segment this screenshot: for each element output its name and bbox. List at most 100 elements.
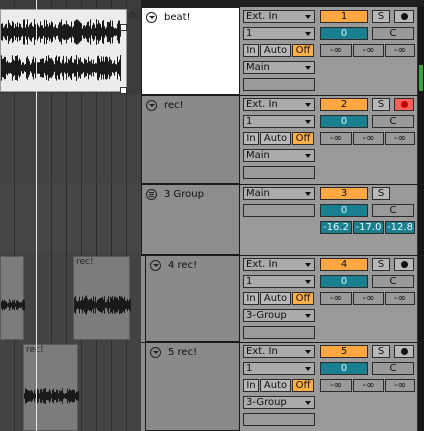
waveform-sample (59, 390, 60, 402)
monitor-in-button[interactable]: In (243, 292, 259, 305)
track-name[interactable]: 5 rec! (168, 347, 197, 358)
send-b[interactable]: -∞ (353, 379, 384, 392)
track-activator[interactable]: 5 (320, 345, 368, 358)
monitor-auto-button[interactable]: Auto (260, 379, 291, 392)
track-name[interactable]: 4 rec! (168, 260, 197, 271)
pan-field[interactable]: C (372, 362, 414, 375)
solo-button[interactable]: S (372, 187, 390, 200)
volume-field[interactable]: 0 (320, 204, 368, 217)
output-channel-select[interactable] (243, 166, 315, 179)
arm-button[interactable] (394, 10, 414, 23)
send-b[interactable]: -∞ (353, 132, 384, 145)
pan-field[interactable]: C (372, 204, 414, 217)
monitor-auto-button[interactable]: Auto (260, 132, 291, 145)
monitor-off-button[interactable]: Off (292, 292, 314, 305)
track-activator[interactable]: 4 (320, 258, 368, 271)
waveform-sample (78, 20, 79, 44)
arrangement-lane-2[interactable] (0, 95, 141, 183)
arm-button[interactable] (394, 258, 414, 271)
track-header-1[interactable]: beat! (141, 7, 240, 95)
send-c[interactable]: -∞ (385, 132, 415, 145)
audio-clip[interactable] (0, 256, 25, 340)
output-channel-select[interactable] (243, 78, 315, 91)
send-c[interactable]: -∞ (385, 379, 415, 392)
peak-level-c[interactable]: -12.8 (385, 221, 415, 234)
peak-level-b[interactable]: -17.0 (353, 221, 384, 234)
send-b[interactable]: -∞ (353, 44, 384, 57)
track-header-2[interactable]: rec! (141, 95, 240, 184)
arrangement-view[interactable]: dc rec! rec! (0, 0, 141, 431)
volume-field[interactable]: 0 (320, 362, 368, 375)
output-select[interactable]: Main (243, 61, 315, 74)
fold-icon[interactable] (146, 12, 157, 23)
volume-field[interactable]: 0 (320, 27, 368, 40)
track-activator[interactable]: 1 (320, 10, 368, 23)
track-header-5[interactable]: 5 rec! (145, 342, 240, 431)
input-channel-select[interactable]: 1 (243, 115, 315, 128)
output-select[interactable]: Main (243, 149, 315, 162)
send-a[interactable]: -∞ (320, 132, 352, 145)
pan-field[interactable]: C (372, 275, 414, 288)
monitor-in-button[interactable]: In (243, 379, 259, 392)
clip-loop-handle[interactable] (120, 87, 127, 94)
output-channel-select[interactable] (243, 204, 315, 217)
solo-button[interactable]: S (372, 345, 390, 358)
waveform-sample (18, 27, 19, 37)
pan-field[interactable]: C (372, 27, 414, 40)
input-channel-select[interactable]: 1 (243, 362, 315, 375)
pan-field[interactable]: C (372, 115, 414, 128)
audio-clip[interactable]: rec! (73, 256, 131, 340)
arrangement-lane-3[interactable] (0, 184, 141, 254)
send-a[interactable]: -∞ (320, 292, 352, 305)
fold-icon[interactable] (150, 347, 161, 358)
monitor-auto-button[interactable]: Auto (260, 44, 291, 57)
monitor-off-button[interactable]: Off (292, 44, 314, 57)
track-activator[interactable]: 3 (320, 187, 368, 200)
solo-button[interactable]: S (372, 10, 390, 23)
arm-button[interactable] (394, 345, 414, 358)
track-name[interactable]: rec! (164, 100, 184, 111)
monitor-auto-button[interactable]: Auto (260, 292, 291, 305)
arm-button[interactable] (394, 98, 414, 111)
input-type-select[interactable]: Ext. In (243, 10, 315, 23)
track-header-3[interactable]: 3 Group (141, 184, 240, 255)
output-channel-select[interactable] (243, 413, 315, 426)
track-name[interactable]: beat! (164, 12, 191, 23)
input-type-select[interactable]: Ext. In (243, 98, 315, 111)
input-channel-select[interactable]: 1 (243, 27, 315, 40)
input-type-select[interactable]: Ext. In (243, 258, 315, 271)
waveform-sample (128, 300, 129, 310)
output-select[interactable]: Main (243, 187, 315, 200)
output-value: 3-Group (246, 310, 287, 321)
solo-button[interactable]: S (372, 258, 390, 271)
solo-button[interactable]: S (372, 98, 390, 111)
output-select[interactable]: 3-Group (243, 396, 315, 409)
waveform-sample (9, 23, 10, 41)
volume-field[interactable]: 0 (320, 275, 368, 288)
monitor-in-button[interactable]: In (243, 132, 259, 145)
track-name[interactable]: 3 Group (164, 189, 204, 200)
audio-clip[interactable]: rec! (23, 344, 79, 431)
send-c[interactable]: -∞ (385, 292, 415, 305)
track-header-4[interactable]: 4 rec! (145, 255, 240, 342)
input-type-select[interactable]: Ext. In (243, 345, 315, 358)
fold-icon[interactable] (150, 260, 161, 271)
clip-loop-handle[interactable] (120, 24, 127, 31)
fold-icon[interactable] (146, 100, 157, 111)
send-a[interactable]: -∞ (320, 379, 352, 392)
input-channel-select[interactable]: 1 (243, 275, 315, 288)
send-c[interactable]: -∞ (385, 44, 415, 57)
track-activator[interactable]: 2 (320, 98, 368, 111)
send-b[interactable]: -∞ (353, 292, 384, 305)
output-select[interactable]: 3-Group (243, 309, 315, 322)
group-fold-icon[interactable] (146, 189, 157, 200)
volume-field[interactable]: 0 (320, 115, 368, 128)
send-a[interactable]: -∞ (320, 44, 352, 57)
monitor-in-button[interactable]: In (243, 44, 259, 57)
audio-clip[interactable]: dc (0, 9, 139, 92)
output-channel-select[interactable] (243, 326, 315, 339)
monitor-off-button[interactable]: Off (292, 379, 314, 392)
playhead[interactable] (36, 0, 37, 431)
monitor-off-button[interactable]: Off (292, 132, 314, 145)
peak-level-a[interactable]: -16.2 (320, 221, 352, 234)
